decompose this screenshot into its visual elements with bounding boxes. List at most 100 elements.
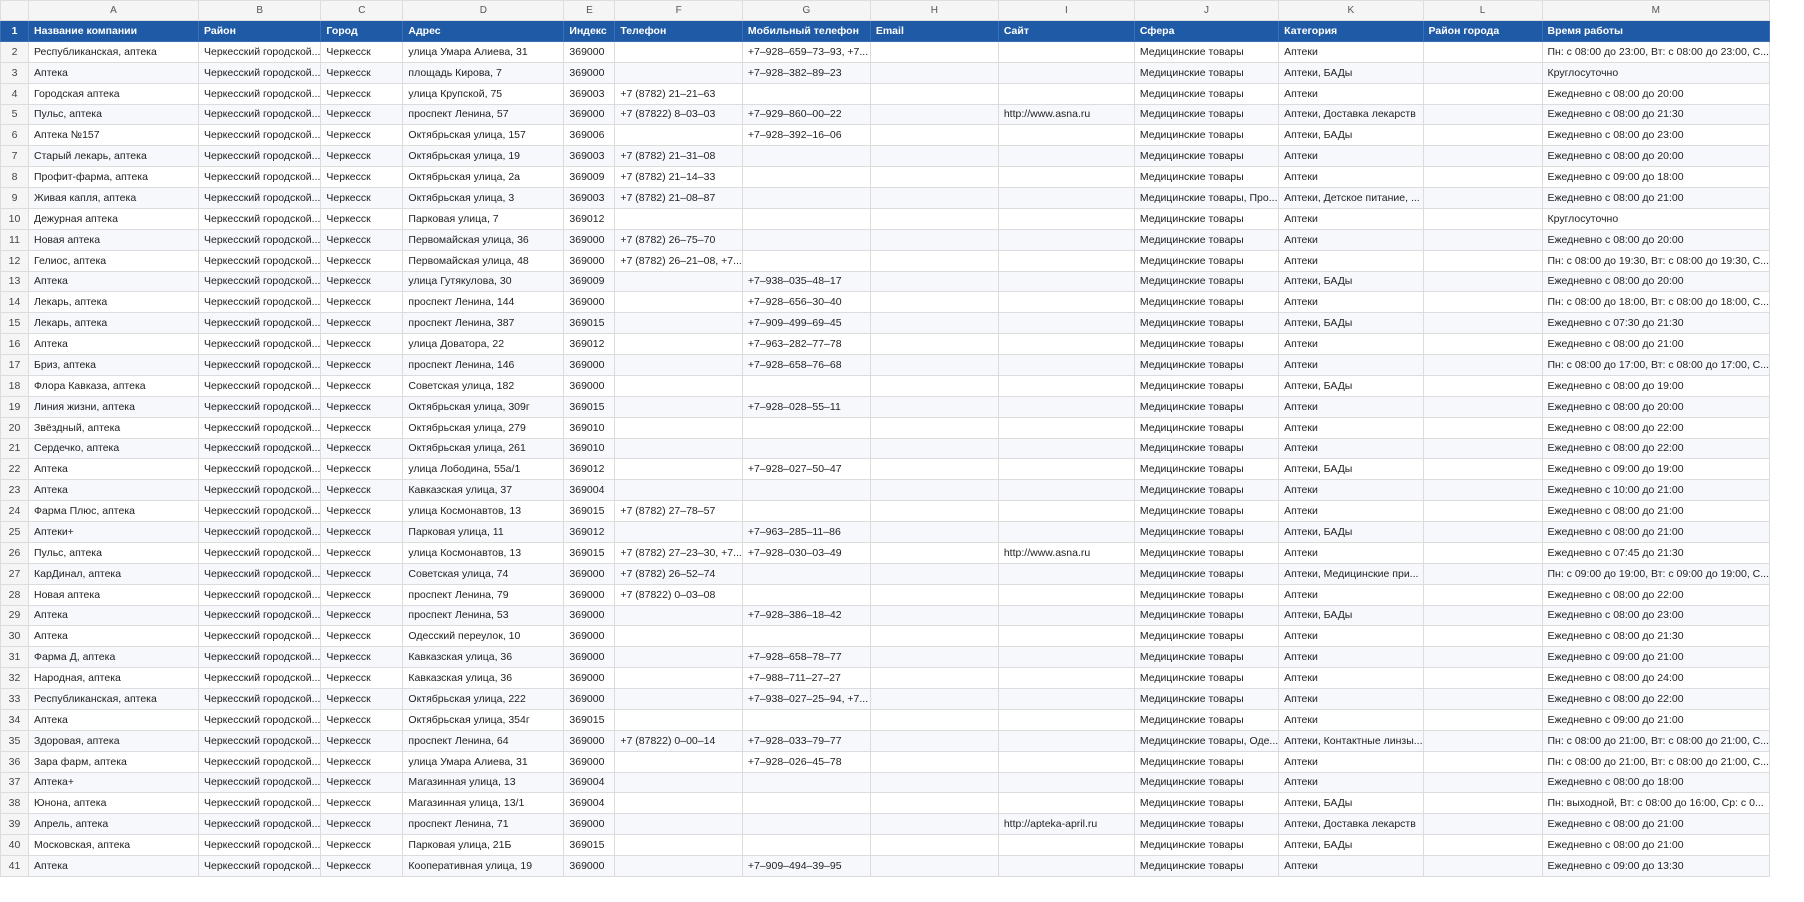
cell[interactable]: Аптека bbox=[28, 604, 199, 627]
cell[interactable] bbox=[997, 61, 1135, 84]
cell[interactable]: Медицинские товары bbox=[1133, 416, 1280, 439]
cell[interactable] bbox=[1422, 458, 1543, 481]
cell[interactable]: Ежедневно с 07:30 до 21:30 bbox=[1541, 312, 1771, 335]
cell[interactable]: Одесский переулок, 10 bbox=[402, 625, 565, 648]
row-number[interactable]: 22 bbox=[0, 458, 29, 481]
cell[interactable] bbox=[997, 855, 1135, 877]
cell[interactable] bbox=[1422, 270, 1543, 293]
cell[interactable] bbox=[997, 145, 1135, 168]
cell[interactable]: Аптеки bbox=[1278, 291, 1424, 314]
cell[interactable]: 369004 bbox=[563, 771, 616, 794]
cell[interactable]: 369000 bbox=[563, 855, 616, 877]
cell[interactable] bbox=[997, 792, 1135, 815]
cell[interactable] bbox=[997, 625, 1135, 648]
cell[interactable]: Аптеки bbox=[1278, 646, 1424, 669]
cell[interactable]: +7–928–033–79–77 bbox=[741, 729, 871, 752]
cell[interactable]: 369012 bbox=[563, 333, 616, 355]
cell[interactable]: Черкесск bbox=[320, 729, 404, 752]
cell[interactable] bbox=[1422, 207, 1543, 230]
row-number[interactable]: 32 bbox=[0, 667, 29, 689]
row-number[interactable]: 40 bbox=[0, 834, 29, 856]
cell[interactable] bbox=[997, 395, 1135, 418]
cell[interactable]: Медицинские товары bbox=[1133, 750, 1280, 773]
cell[interactable]: Черкесский городской... bbox=[197, 249, 322, 272]
cell[interactable]: 369000 bbox=[563, 604, 616, 627]
cell[interactable]: Аптеки, БАДы bbox=[1278, 312, 1424, 335]
cell[interactable] bbox=[869, 333, 999, 355]
cell[interactable] bbox=[614, 479, 743, 502]
cell[interactable] bbox=[614, 688, 743, 710]
row-number[interactable]: 18 bbox=[0, 374, 29, 397]
cell[interactable] bbox=[1422, 667, 1543, 689]
cell[interactable]: Медицинские товары bbox=[1133, 541, 1280, 564]
cell[interactable]: Медицинские товары bbox=[1133, 562, 1280, 585]
row-number[interactable]: 2 bbox=[0, 40, 29, 63]
cell[interactable]: Черкесск bbox=[320, 333, 404, 355]
cell[interactable]: Черкесский городской... bbox=[197, 729, 322, 752]
cell[interactable] bbox=[1422, 729, 1543, 752]
cell[interactable]: Черкесск bbox=[320, 249, 404, 272]
cell[interactable]: Ежедневно с 08:00 до 21:00 bbox=[1541, 333, 1771, 355]
cell[interactable] bbox=[1422, 187, 1543, 209]
cell[interactable]: Ежедневно с 09:00 до 21:00 bbox=[1541, 646, 1771, 669]
cell[interactable] bbox=[741, 187, 871, 209]
row-number[interactable]: 3 bbox=[0, 61, 29, 84]
cell[interactable] bbox=[997, 750, 1135, 773]
cell[interactable] bbox=[869, 207, 999, 230]
cell[interactable]: Октябрьская улица, 261 bbox=[402, 437, 565, 460]
cell[interactable]: 369000 bbox=[563, 729, 616, 752]
row-number[interactable]: 38 bbox=[0, 792, 29, 815]
cell[interactable] bbox=[869, 124, 999, 147]
cell[interactable]: +7 (87822) 8–03–03 bbox=[614, 103, 743, 126]
cell[interactable] bbox=[741, 792, 871, 815]
cell[interactable]: улица Гутякулова, 30 bbox=[402, 270, 565, 293]
cell[interactable]: улица Умара Алиева, 31 bbox=[402, 750, 565, 773]
cell[interactable]: Аптека bbox=[28, 855, 199, 877]
cell[interactable]: Ежедневно с 08:00 до 21:00 bbox=[1541, 813, 1771, 836]
cell[interactable]: Черкесский городской... bbox=[197, 834, 322, 856]
cell[interactable] bbox=[1422, 771, 1543, 794]
cell[interactable]: Черкесск bbox=[320, 750, 404, 773]
cell[interactable] bbox=[869, 562, 999, 585]
cell[interactable]: Аптеки bbox=[1278, 541, 1424, 564]
cell[interactable]: Черкесск bbox=[320, 562, 404, 585]
column-header-l[interactable]: L bbox=[1422, 0, 1543, 21]
cell[interactable] bbox=[1422, 646, 1543, 669]
cell[interactable]: Пульс, аптека bbox=[28, 541, 199, 564]
cell[interactable]: Аптеки, Доставка лекарств bbox=[1278, 103, 1424, 126]
cell[interactable]: Аптеки, Доставка лекарств bbox=[1278, 813, 1424, 836]
cell[interactable]: Звёздный, аптека bbox=[28, 416, 199, 439]
cell[interactable] bbox=[741, 207, 871, 230]
cell[interactable] bbox=[869, 291, 999, 314]
cell[interactable]: Дежурная аптека bbox=[28, 207, 199, 230]
cell[interactable]: 369010 bbox=[563, 437, 616, 460]
cell[interactable] bbox=[997, 291, 1135, 314]
cell[interactable]: Медицинские товары bbox=[1133, 312, 1280, 335]
cell[interactable]: Черкесский городской... bbox=[197, 228, 322, 251]
cell[interactable]: Аптеки bbox=[1278, 207, 1424, 230]
cell[interactable]: Медицинские товары bbox=[1133, 792, 1280, 815]
cell[interactable]: +7–928–030–03–49 bbox=[741, 541, 871, 564]
cell[interactable]: +7 (8782) 26–52–74 bbox=[614, 562, 743, 585]
cell[interactable] bbox=[614, 667, 743, 689]
cell[interactable]: Фарма Д, аптека bbox=[28, 646, 199, 669]
cell[interactable] bbox=[1422, 333, 1543, 355]
cell[interactable]: Черкесский городской... bbox=[197, 479, 322, 502]
cell[interactable]: Аптеки, Медицинские при... bbox=[1278, 562, 1424, 585]
row-number[interactable]: 39 bbox=[0, 813, 29, 836]
cell[interactable]: Апрель, аптека bbox=[28, 813, 199, 836]
cell[interactable] bbox=[997, 521, 1135, 543]
cell[interactable]: Медицинские товары bbox=[1133, 646, 1280, 669]
cell[interactable]: проспект Ленина, 53 bbox=[402, 604, 565, 627]
cell[interactable]: Черкесск bbox=[320, 667, 404, 689]
cell[interactable] bbox=[1422, 416, 1543, 439]
cell[interactable]: Пн: с 08:00 до 19:30, Вт: с 08:00 до 19:… bbox=[1541, 249, 1771, 272]
cell[interactable]: Черкесск bbox=[320, 166, 404, 188]
cell[interactable]: Аптека bbox=[28, 270, 199, 293]
cell[interactable] bbox=[614, 291, 743, 314]
cell[interactable] bbox=[869, 855, 999, 877]
cell[interactable]: Аптеки bbox=[1278, 249, 1424, 272]
cell[interactable] bbox=[997, 166, 1135, 188]
header-cell[interactable]: Время работы bbox=[1541, 20, 1771, 42]
cell[interactable]: Медицинские товары bbox=[1133, 228, 1280, 251]
